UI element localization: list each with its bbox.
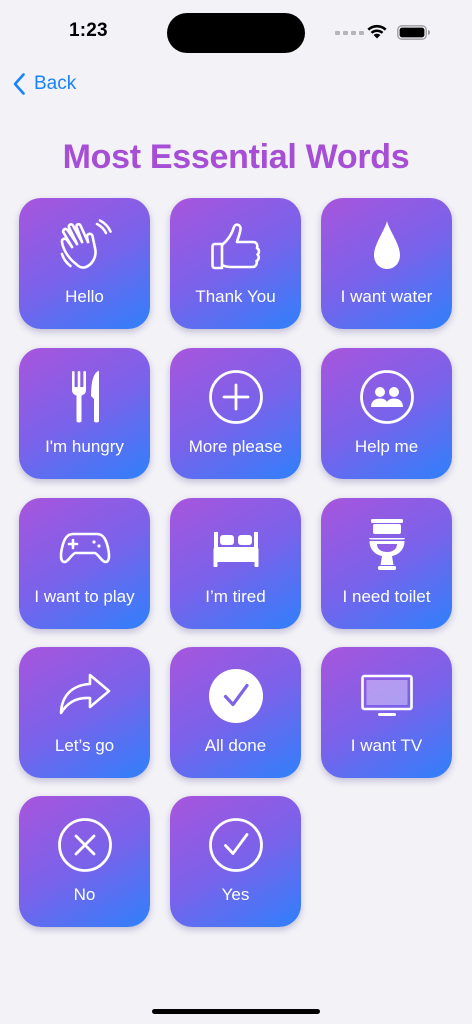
home-indicator <box>152 1009 320 1014</box>
tile-label: All done <box>204 736 267 755</box>
tile-all-done[interactable]: All done <box>170 647 301 778</box>
tile-lets-go[interactable]: Let’s go <box>19 647 150 778</box>
status-bar: 1:23 <box>0 0 472 60</box>
tile-help-me[interactable]: Help me <box>321 348 452 479</box>
tile-i-want-to-play[interactable]: I want to play <box>19 498 150 629</box>
tile-label: Yes <box>221 885 250 904</box>
arrow-forward-icon <box>59 673 110 715</box>
chevron-left-icon <box>13 73 25 95</box>
back-button[interactable]: Back <box>12 70 76 98</box>
tile-label: I need toilet <box>342 587 431 606</box>
tile-label: Help me <box>354 437 419 456</box>
tile-label: I'm hungry <box>45 437 124 456</box>
tile-label: More please <box>188 437 283 456</box>
tile-i-want-water[interactable]: I want water <box>321 198 452 329</box>
game-controller-icon <box>59 532 110 564</box>
status-time: 1:23 <box>69 20 108 41</box>
tile-label: No <box>73 885 96 904</box>
tile-thank-you[interactable]: Thank You <box>170 198 301 329</box>
tile-yes[interactable]: Yes <box>170 796 301 927</box>
tile-im-tired[interactable]: I’m tired <box>170 498 301 629</box>
plus-circle-icon <box>208 370 263 424</box>
screen: 1:23 Back Most Essential Words Hello Tha… <box>0 0 472 1024</box>
back-label: Back <box>34 73 77 94</box>
tile-im-hungry[interactable]: I'm hungry <box>19 348 150 479</box>
wifi-icon <box>367 24 387 39</box>
tile-more-please[interactable]: More please <box>170 348 301 479</box>
battery-icon <box>397 25 430 40</box>
x-circle-icon <box>57 818 112 872</box>
page-title: Most Essential Words <box>62 138 410 176</box>
waving-hand-icon <box>60 219 112 269</box>
dynamic-island <box>167 13 305 53</box>
status-icons <box>335 22 435 42</box>
water-drop-icon <box>373 221 400 269</box>
cellular-signal-icon <box>335 31 364 35</box>
bed-icon <box>213 532 258 567</box>
tile-label: Hello <box>65 287 104 306</box>
tile-no[interactable]: No <box>19 796 150 927</box>
tile-label: Let’s go <box>54 736 115 755</box>
tile-label: I want TV <box>350 736 423 755</box>
people-circle-icon <box>359 370 414 424</box>
toilet-icon <box>368 519 405 570</box>
tile-i-need-toilet[interactable]: I need toilet <box>321 498 452 629</box>
tile-label: I want to play <box>34 587 135 606</box>
fork-knife-icon <box>71 370 99 423</box>
tile-hello[interactable]: Hello <box>19 198 150 329</box>
tile-label: I want water <box>340 287 433 306</box>
tile-i-want-tv[interactable]: I want TV <box>321 647 452 778</box>
tile-label: Thank You <box>195 287 276 306</box>
thumbs-up-icon <box>210 223 260 270</box>
checkmark-circle-filled-icon <box>208 669 263 723</box>
tv-icon <box>360 674 413 716</box>
tile-label: I’m tired <box>205 587 266 606</box>
checkmark-circle-icon <box>208 818 263 872</box>
